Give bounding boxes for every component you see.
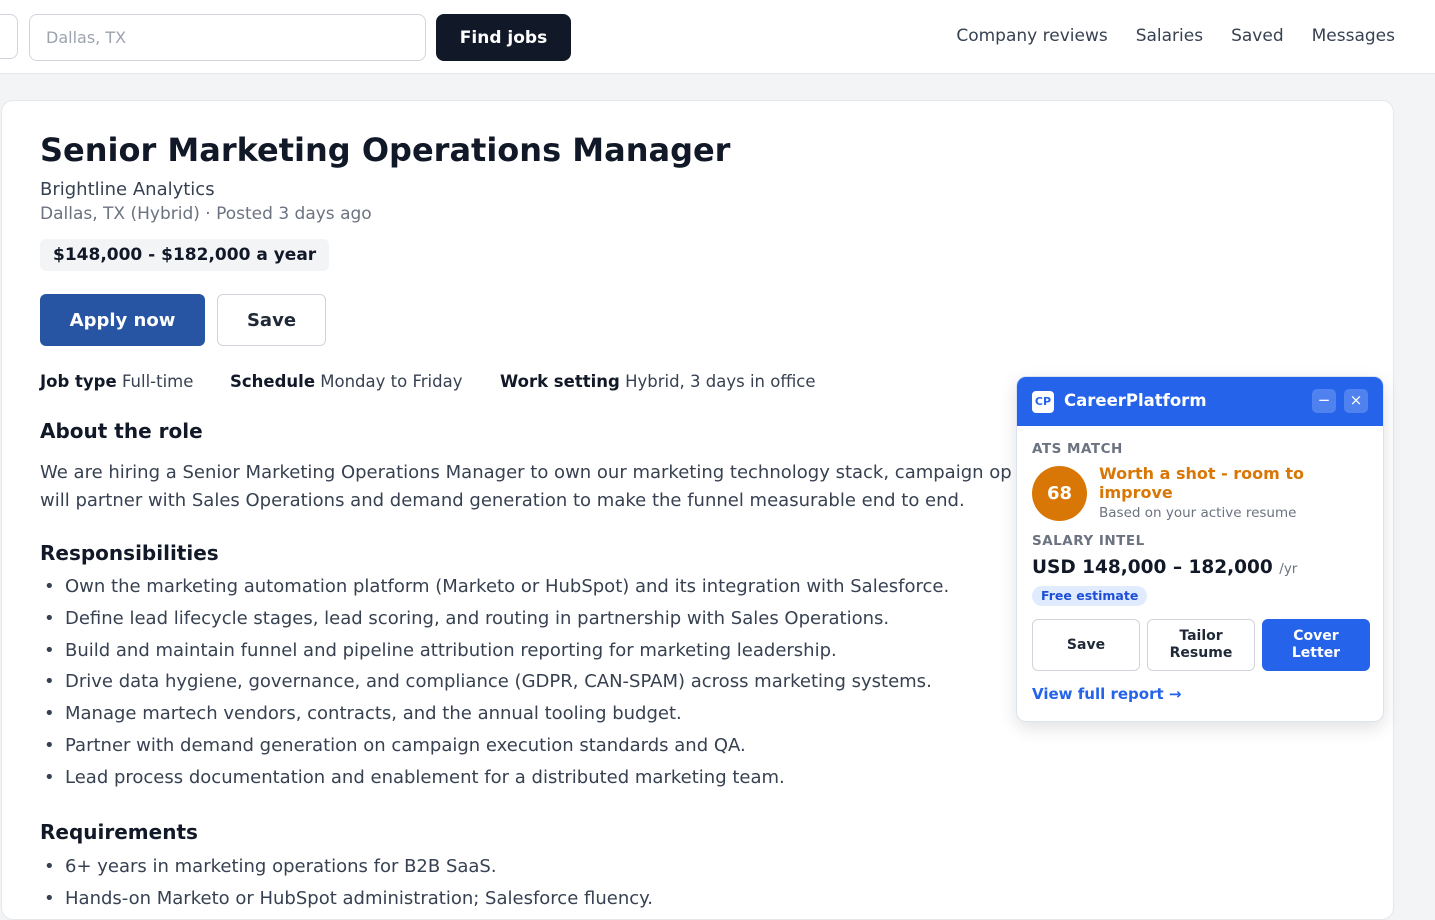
widget-header: CP CareerPlatform − ×	[1017, 377, 1383, 426]
nav-salaries[interactable]: Salaries	[1136, 26, 1203, 46]
requirements-list: 6+ years in marketing operations for B2B…	[40, 851, 653, 915]
find-jobs-button[interactable]: Find jobs	[436, 14, 571, 61]
where-input[interactable]	[29, 14, 426, 61]
salary-intel-heading: SALARY INTEL	[1032, 533, 1145, 549]
list-item: Manage martech vendors, contracts, and t…	[40, 698, 949, 730]
save-job-button[interactable]: Save	[217, 294, 326, 346]
job-meta: Dallas, TX (Hybrid) · Posted 3 days ago	[40, 204, 372, 224]
close-icon[interactable]: ×	[1344, 389, 1368, 413]
top-nav: Company reviews Salaries Saved Messages	[956, 26, 1395, 46]
tailor-resume-button[interactable]: Tailor Resume	[1147, 619, 1255, 671]
list-item: 6+ years in marketing operations for B2B…	[40, 851, 653, 883]
salary-unit: /yr	[1279, 561, 1298, 577]
list-item: Define lead lifecycle stages, lead scori…	[40, 603, 949, 635]
ats-match-heading: ATS MATCH	[1032, 441, 1123, 457]
careerplatform-logo-icon: CP	[1032, 391, 1054, 413]
list-item: Drive data hygiene, governance, and comp…	[40, 666, 949, 698]
list-item: Partner with demand generation on campai…	[40, 730, 949, 762]
top-bar: Find jobs Company reviews Salaries Saved…	[0, 0, 1435, 74]
nav-messages[interactable]: Messages	[1312, 26, 1395, 46]
fact-job-type: Job type Full-time	[40, 372, 193, 391]
fact-label: Job type	[40, 372, 117, 391]
salary-intel-range: USD 148,000 – 182,000 /yr	[1032, 557, 1297, 578]
fact-schedule: Schedule Monday to Friday	[230, 372, 462, 391]
list-item: Hands-on Marketo or HubSpot administrati…	[40, 883, 653, 915]
careerplatform-widget: CP CareerPlatform − × ATS MATCH 68 Worth…	[1016, 376, 1384, 722]
salary-range-value: USD 148,000 – 182,000	[1032, 557, 1273, 578]
fact-value: Hybrid, 3 days in office	[625, 372, 816, 391]
free-estimate-badge: Free estimate	[1032, 586, 1148, 606]
fact-work-setting: Work setting Hybrid, 3 days in office	[500, 372, 816, 391]
minimize-icon[interactable]: −	[1312, 389, 1336, 413]
responsibilities-heading: Responsibilities	[40, 541, 219, 565]
widget-title: CareerPlatform	[1064, 391, 1207, 410]
nav-company-reviews[interactable]: Company reviews	[956, 26, 1107, 46]
fact-value: Full-time	[121, 372, 194, 391]
company-name: Brightline Analytics	[40, 179, 215, 200]
ats-basis: Based on your active resume	[1099, 505, 1297, 521]
apply-now-button[interactable]: Apply now	[40, 294, 205, 346]
nav-saved[interactable]: Saved	[1231, 26, 1284, 46]
what-input[interactable]	[0, 14, 18, 59]
fact-value: Monday to Friday	[320, 372, 463, 391]
salary-chip: $148,000 - $182,000 a year	[40, 239, 330, 271]
job-location: Dallas, TX (Hybrid)	[40, 204, 200, 224]
cover-letter-button[interactable]: Cover Letter	[1262, 619, 1370, 671]
fact-label: Work setting	[500, 372, 620, 391]
ats-score-badge: 68	[1032, 466, 1087, 521]
list-item: Lead process documentation and enablemen…	[40, 762, 949, 794]
view-full-report-link[interactable]: View full report →	[1032, 685, 1181, 703]
requirements-heading: Requirements	[40, 820, 198, 844]
posted-date: Posted 3 days ago	[216, 204, 372, 224]
responsibilities-list: Own the marketing automation platform (M…	[40, 571, 949, 794]
list-item: Own the marketing automation platform (M…	[40, 571, 949, 603]
about-heading: About the role	[40, 419, 203, 443]
ats-verdict: Worth a shot - room to improve	[1099, 464, 1305, 502]
widget-save-button[interactable]: Save	[1032, 619, 1140, 671]
job-title: Senior Marketing Operations Manager	[40, 131, 731, 169]
fact-label: Schedule	[230, 372, 316, 391]
list-item: Build and maintain funnel and pipeline a…	[40, 635, 949, 667]
